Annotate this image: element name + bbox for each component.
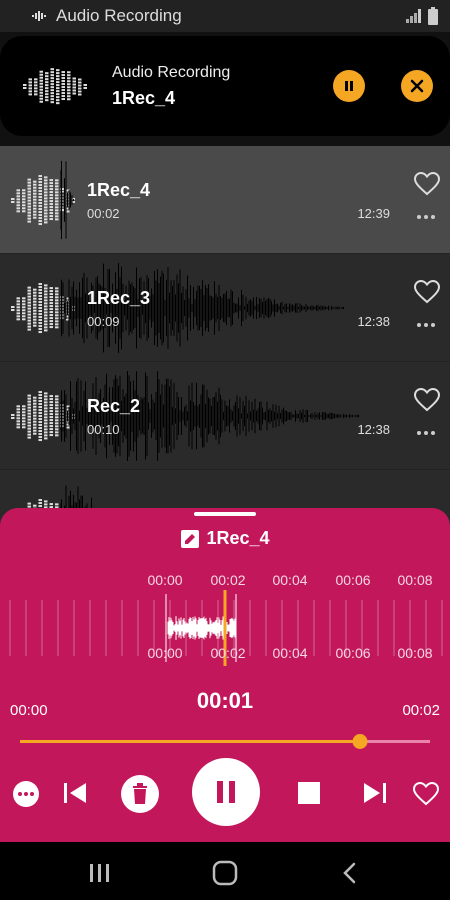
timeline-tick: 00:08 (397, 572, 433, 588)
recording-row[interactable]: Rec_2 00:10 12:38 (0, 362, 450, 470)
heart-icon[interactable] (414, 172, 440, 196)
timeline-tick: 00:00 (147, 645, 183, 661)
recording-time: 12:38 (357, 314, 390, 329)
seek-bar[interactable] (20, 734, 430, 749)
banner-title: Audio Recording (112, 63, 231, 81)
battery-icon (428, 7, 438, 25)
drag-handle[interactable] (194, 512, 256, 516)
recording-row[interactable]: 1Rec_4 00:02 12:39 (0, 146, 450, 254)
next-icon (364, 783, 386, 803)
pause-button[interactable] (192, 758, 260, 826)
edit-icon[interactable] (180, 529, 200, 549)
recordings-list: 1Rec_4 00:02 12:39 1Rec_3 00:09 12:38 Re… (0, 146, 450, 563)
recording-duration: 00:10 (87, 422, 120, 437)
more-icon[interactable] (416, 430, 436, 436)
recording-time: 12:38 (357, 422, 390, 437)
heart-icon[interactable] (414, 388, 440, 412)
more-icon[interactable] (416, 214, 436, 220)
stop-icon (298, 782, 320, 804)
back-icon[interactable] (342, 862, 358, 884)
player-panel: 1Rec_4 00:00 00:02 00:04 00:06 00:08 00:… (0, 508, 450, 842)
pause-icon (217, 781, 235, 803)
more-options-button[interactable] (10, 778, 42, 810)
delete-icon (121, 775, 159, 813)
recording-banner[interactable]: Audio Recording 1Rec_4 (0, 36, 450, 136)
previous-button[interactable] (60, 778, 90, 808)
banner-recording-name: 1Rec_4 (112, 87, 176, 108)
close-icon (410, 79, 424, 93)
seek-bar-progress (20, 740, 361, 743)
timeline-tick: 00:00 (147, 572, 183, 588)
seek-bar-thumb[interactable] (352, 734, 368, 749)
recording-name: Rec_2 (87, 396, 141, 416)
current-time: 00:01 (196, 688, 254, 713)
banner-pause-button[interactable] (333, 70, 365, 102)
timeline-tick: 00:04 (272, 572, 308, 588)
timeline-tick: 00:02 (210, 572, 246, 588)
waveform-thumbnail-icon (23, 68, 87, 105)
more-icon (13, 781, 39, 807)
status-bar: Audio Recording (0, 0, 450, 32)
home-icon[interactable] (212, 860, 238, 886)
recording-duration: 00:02 (87, 206, 120, 221)
delete-button[interactable] (120, 774, 160, 814)
timeline-tick: 00:02 (210, 645, 246, 661)
more-icon[interactable] (416, 322, 436, 328)
system-nav-bar (0, 842, 450, 900)
audio-wave-icon (32, 11, 46, 21)
heart-icon (413, 782, 439, 806)
recording-duration: 00:09 (87, 314, 120, 329)
stop-button[interactable] (294, 778, 324, 808)
recents-icon[interactable] (88, 862, 112, 884)
timeline-tick: 00:06 (335, 645, 371, 661)
recording-name: 1Rec_4 (87, 180, 151, 200)
pause-icon (345, 81, 353, 91)
recording-time: 12:39 (357, 206, 390, 221)
player-title: 1Rec_4 (206, 528, 270, 548)
recording-row[interactable]: 1Rec_3 00:09 12:38 (0, 254, 450, 362)
signal-icon (406, 9, 421, 23)
heart-icon[interactable] (414, 280, 440, 304)
prev-icon (64, 783, 86, 803)
timeline-tick: 00:04 (272, 645, 308, 661)
status-title: Audio Recording (56, 6, 182, 25)
next-button[interactable] (360, 778, 390, 808)
timeline-tick: 00:06 (335, 572, 371, 588)
end-time: 00:02 (402, 702, 440, 719)
recording-name: 1Rec_3 (87, 288, 151, 308)
favorite-button[interactable] (410, 778, 442, 810)
timeline-tick: 00:08 (397, 645, 433, 661)
banner-close-button[interactable] (401, 70, 433, 102)
